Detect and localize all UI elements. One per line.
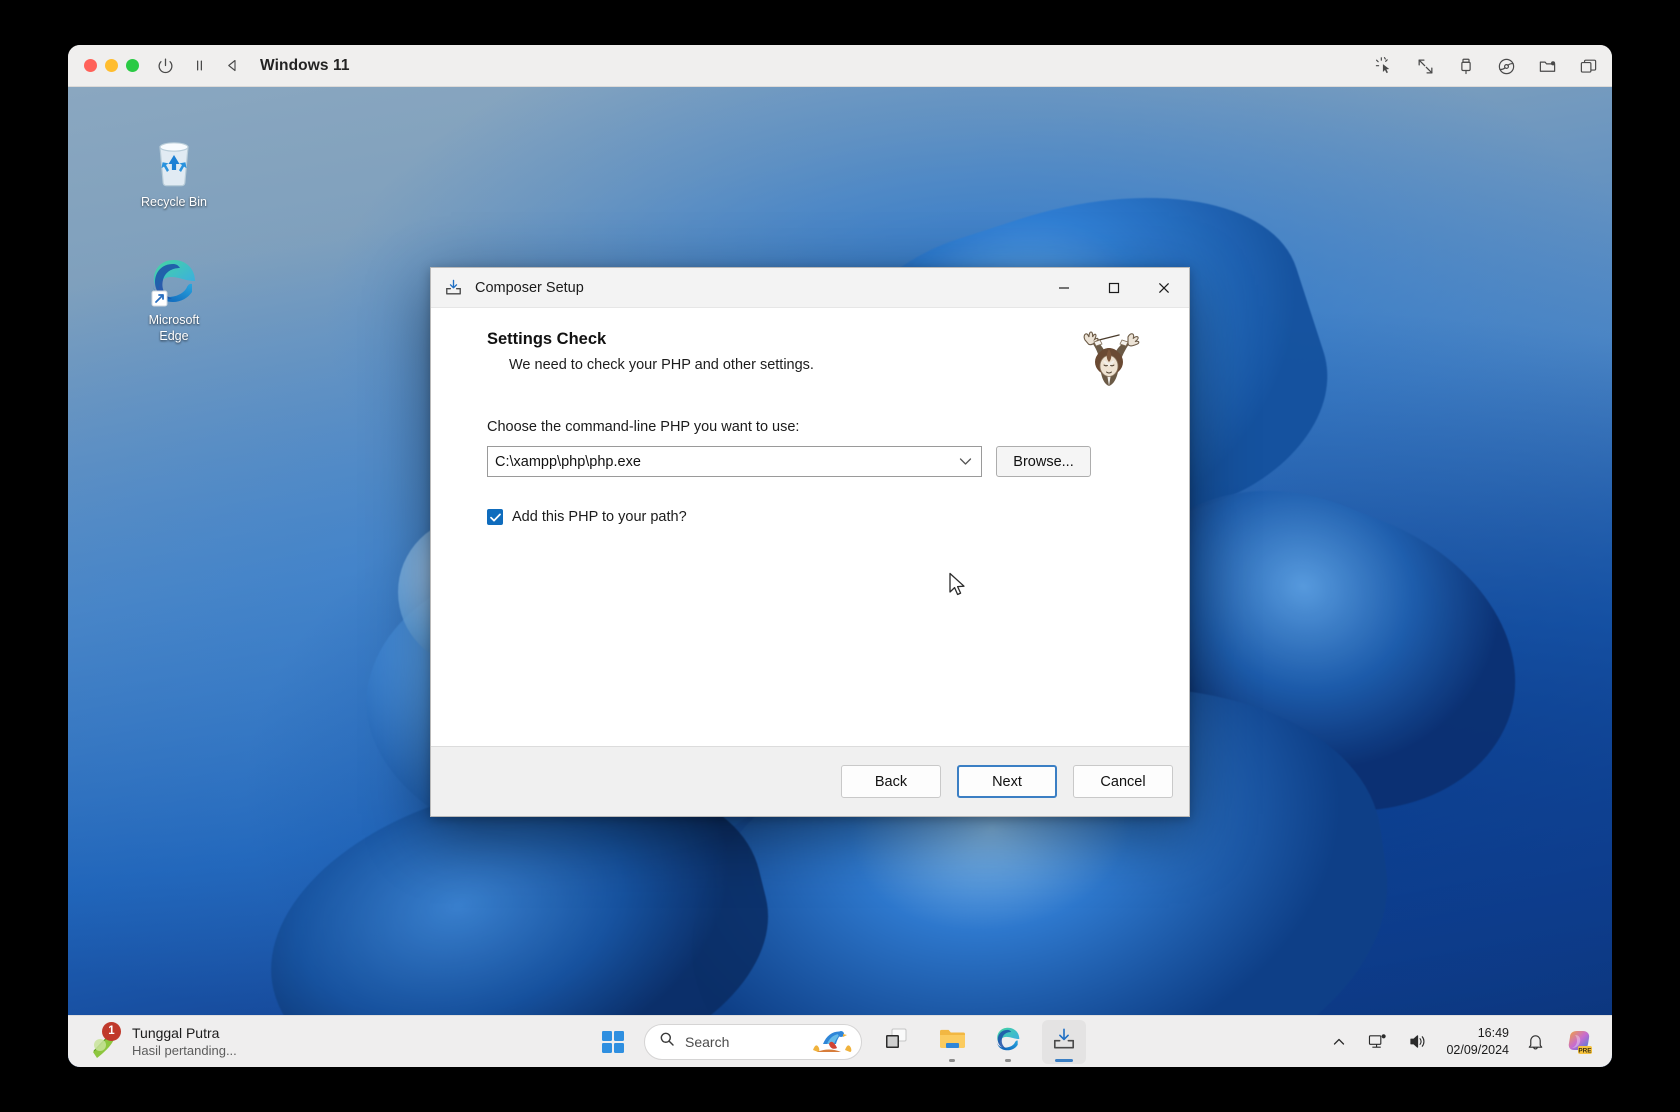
dialog-maximize-button[interactable] [1089,268,1139,308]
php-path-combobox[interactable]: C:\xampp\php\php.exe [487,446,982,477]
dialog-titlebar[interactable]: Composer Setup [431,268,1189,308]
active-indicator [1055,1058,1073,1062]
vm-window: Windows 11 Recycle Bin Microsoft Edge Co… [68,45,1612,1067]
power-icon[interactable] [157,57,174,74]
resize-arrows-icon[interactable] [1416,57,1435,76]
taskbar-app-composer-setup[interactable] [1042,1019,1086,1064]
taskbar-app-microsoft-edge[interactable] [986,1020,1030,1064]
notification-badge: 1 [102,1021,121,1041]
add-php-to-path-checkbox[interactable] [487,509,503,525]
chevron-down-icon [959,454,972,470]
pause-icon[interactable] [192,58,207,73]
desktop-icon-recycle-bin[interactable]: Recycle Bin [126,137,222,211]
vm-titlebar: Windows 11 [68,45,1612,87]
back-button[interactable]: Back [841,765,941,798]
back-icon[interactable] [225,58,240,73]
close-traffic-light[interactable] [84,59,97,72]
php-path-value: C:\xampp\php\php.exe [495,453,641,470]
running-indicator [949,1058,955,1062]
recycle-bin-icon [126,137,222,189]
clock[interactable]: 16:49 02/09/2024 [1446,1025,1509,1059]
copilot-pre-icon[interactable]: PRE [1562,1025,1598,1059]
cancel-button[interactable]: Cancel [1073,765,1173,798]
composer-setup-dialog: Composer Setup Settings Check We need to… [430,267,1190,817]
desktop-icon-label-line1: Microsoft [148,313,200,327]
add-php-to-path-row: Add this PHP to your path? [487,509,1155,525]
vm-toolbar-right [1375,45,1598,87]
browse-button[interactable]: Browse... [996,446,1091,477]
page-title: Settings Check [487,330,607,348]
usb-icon[interactable] [1457,57,1475,75]
maximize-traffic-light[interactable] [126,59,139,72]
page-subtitle: We need to check your PHP and other sett… [509,357,814,373]
network-icon[interactable] [1364,1029,1391,1054]
search-input[interactable]: Search [644,1023,862,1060]
system-tray: 16:49 02/09/2024 PRE [1328,1025,1598,1059]
chevron-up-icon[interactable] [1328,1031,1350,1053]
minimize-traffic-light[interactable] [105,59,118,72]
dialog-close-button[interactable] [1139,268,1189,308]
edge-icon [126,255,222,307]
cursor-sparkle-icon[interactable] [1375,56,1394,76]
desktop-icon-label: Recycle Bin [141,195,207,209]
traffic-lights [84,59,139,72]
clock-date: 02/09/2024 [1446,1042,1509,1057]
taskbar-center: Search [594,1019,1086,1064]
taskbar-app-file-explorer[interactable] [930,1020,974,1064]
notification-toast[interactable]: 1 Tunggal Putra Hasil pertanding... [88,1021,237,1059]
dialog-title: Composer Setup [475,279,584,296]
clock-time: 16:49 [1477,1025,1509,1040]
dialog-footer: Back Next Cancel [431,746,1189,816]
taskbar-app-task-view[interactable] [874,1020,918,1064]
dialog-window-controls [1039,268,1189,308]
dialog-body: Settings Check We need to check your PHP… [431,308,1189,746]
vm-window-title: Windows 11 [260,56,350,74]
desktop-icon-microsoft-edge[interactable]: Microsoft Edge [126,255,222,344]
disc-icon[interactable] [1497,57,1516,76]
task-view-icon [883,1026,909,1057]
next-button[interactable]: Next [957,765,1057,798]
edge-icon [994,1025,1022,1058]
desktop-icon-label-line2: Edge [159,328,189,343]
windows-stack-icon[interactable] [1579,57,1598,76]
windows-taskbar: 1 Tunggal Putra Hasil pertanding... Sear… [68,1015,1612,1067]
bell-icon[interactable] [1523,1029,1548,1055]
notification-title: Tunggal Putra [132,1025,220,1041]
composer-install-icon [1051,1026,1077,1057]
start-button[interactable] [594,1023,632,1061]
folder-icon [938,1026,967,1057]
whatsapp-contact-avatar: 1 [88,1021,122,1059]
search-placeholder: Search [685,1033,730,1050]
notification-text: Tunggal Putra Hasil pertanding... [132,1025,237,1058]
windows-desktop: Recycle Bin Microsoft Edge Composer Setu… [68,87,1612,1067]
running-indicator [1005,1058,1011,1062]
composer-install-icon [444,278,463,297]
notification-subtitle: Hasil pertanding... [132,1043,237,1058]
add-php-to-path-label[interactable]: Add this PHP to your path? [512,509,687,525]
search-icon [659,1031,675,1052]
php-field-label: Choose the command-line PHP you want to … [487,419,800,435]
shared-folder-icon[interactable] [1538,57,1557,76]
volume-icon[interactable] [1405,1029,1432,1054]
composer-conductor-logo [1073,324,1145,392]
dialog-minimize-button[interactable] [1039,268,1089,308]
parrot-illustration [803,1025,855,1059]
svg-text:PRE: PRE [1578,1047,1592,1054]
php-field-row: C:\xampp\php\php.exe Browse... [487,446,1155,477]
